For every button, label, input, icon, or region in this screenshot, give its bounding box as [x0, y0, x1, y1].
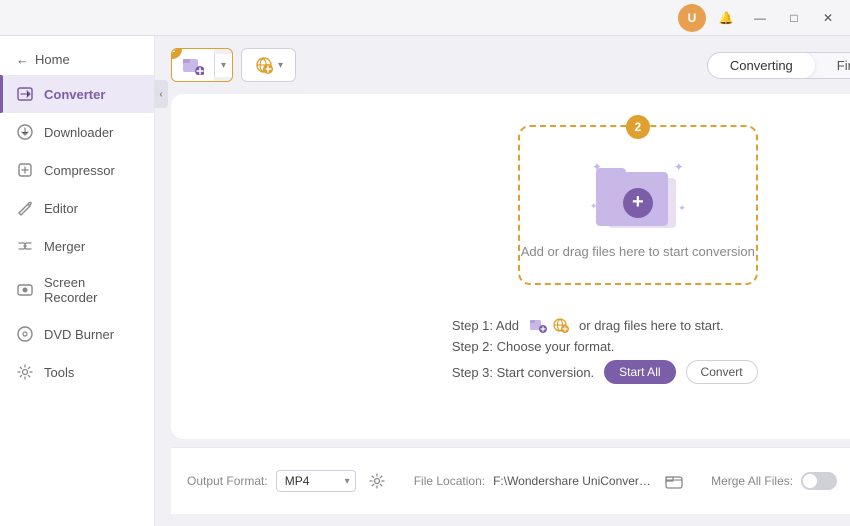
output-format-field: Output Format: MP4 MOV AVI MKV [187, 468, 390, 494]
compressor-icon [16, 161, 34, 179]
sparkle-right: ✦ [674, 160, 684, 174]
sidebar-item-editor[interactable]: Editor [0, 189, 154, 227]
drop-label: Add or drag files here to start conversi… [521, 244, 755, 259]
sidebar-item-converter[interactable]: Converter ‹ [0, 75, 154, 113]
downloader-icon [16, 123, 34, 141]
merge-toggle[interactable] [801, 472, 837, 490]
user-avatar: U [678, 4, 706, 32]
step1-text: Step 1: Add [452, 318, 519, 333]
finished-tab[interactable]: Finished [815, 53, 850, 78]
sidebar-item-dvd-burner[interactable]: DVD Burner [0, 315, 154, 353]
app-body: ← Home Converter ‹ Downloader Compressor [0, 36, 850, 526]
step1-add-icon [529, 317, 569, 333]
output-format-select[interactable]: MP4 MOV AVI MKV [276, 470, 356, 492]
steps-area: Step 1: Add or drag files here to start.… [428, 301, 848, 400]
back-arrow-icon: ← [16, 52, 29, 67]
back-label: Home [35, 52, 70, 67]
sidebar-item-downloader[interactable]: Downloader [0, 113, 154, 151]
sidebar-label-editor: Editor [44, 201, 78, 216]
output-format-select-wrap: MP4 MOV AVI MKV [276, 470, 356, 492]
editor-icon [16, 199, 34, 217]
drop-area: 2 ✦ ✦ ✦ ✦ + Add or drag files here to [171, 94, 850, 439]
notification-button[interactable]: 🔔 [712, 4, 740, 32]
sidebar-item-merger[interactable]: Merger [0, 227, 154, 265]
drop-zone-badge: 2 [626, 115, 650, 139]
start-all-button[interactable]: Start All [604, 360, 675, 384]
sidebar-label-downloader: Downloader [44, 125, 113, 140]
file-location-value: F:\Wondershare UniConverter 1 ▼ [493, 474, 653, 488]
step2-line: Step 2: Choose your format. [452, 339, 824, 354]
sidebar-collapse-btn[interactable]: ‹ [154, 80, 168, 108]
sidebar-item-compressor[interactable]: Compressor [0, 151, 154, 189]
tools-icon [16, 363, 34, 381]
add-url-button[interactable]: ▾ [241, 48, 296, 82]
titlebar: U 🔔 — □ ✕ [0, 0, 850, 36]
sidebar-label-merger: Merger [44, 239, 85, 254]
sidebar-item-screen-recorder[interactable]: Screen Recorder [0, 265, 154, 315]
sidebar-label-tools: Tools [44, 365, 74, 380]
maximize-button[interactable]: □ [780, 4, 808, 32]
converter-icon [16, 85, 34, 103]
merger-icon [16, 237, 34, 255]
sidebar-item-tools[interactable]: Tools [0, 353, 154, 391]
step2-text: Step 2: Choose your format. [452, 339, 615, 354]
dvd-burner-icon [16, 325, 34, 343]
add-file-group: 1 ▾ [171, 48, 233, 82]
folder-plus-icon: + [623, 188, 653, 218]
sidebar: ← Home Converter ‹ Downloader Compressor [0, 36, 155, 526]
bottom-bar: Output Format: MP4 MOV AVI MKV File Loca… [171, 447, 850, 514]
output-format-settings-button[interactable] [364, 468, 390, 494]
step3-text: Step 3: Start conversion. [452, 365, 594, 380]
output-format-label: Output Format: [187, 474, 268, 488]
merge-files-field: Merge All Files: [711, 472, 837, 490]
sidebar-label-converter: Converter [44, 87, 105, 102]
main-content: 1 ▾ [155, 36, 850, 526]
converting-tab[interactable]: Converting [708, 53, 815, 78]
merge-files-label: Merge All Files: [711, 474, 793, 488]
step1-line: Step 1: Add or drag files here to start. [452, 317, 824, 333]
step3-line: Step 3: Start conversion. Start All Conv… [452, 360, 824, 384]
drop-zone[interactable]: 2 ✦ ✦ ✦ ✦ + Add or drag files here to [518, 125, 758, 285]
toolbar: 1 ▾ [171, 48, 850, 82]
tab-group: Converting Finished [707, 52, 850, 79]
close-button[interactable]: ✕ [814, 4, 842, 32]
minimize-button[interactable]: — [746, 4, 774, 32]
convert-button[interactable]: Convert [686, 360, 758, 384]
file-location-field: File Location: F:\Wondershare UniConvert… [414, 468, 687, 494]
sidebar-label-screen-recorder: Screen Recorder [44, 275, 138, 305]
step1-suffix: or drag files here to start. [579, 318, 724, 333]
sparkle-br: ✦ [678, 203, 686, 214]
file-location-browse-button[interactable] [661, 468, 687, 494]
sidebar-label-compressor: Compressor [44, 163, 115, 178]
sidebar-back[interactable]: ← Home [0, 44, 154, 75]
add-file-dropdown[interactable]: ▾ [214, 54, 232, 77]
sidebar-label-dvd-burner: DVD Burner [44, 327, 114, 342]
file-location-label: File Location: [414, 474, 485, 488]
screen-recorder-icon [16, 281, 34, 299]
